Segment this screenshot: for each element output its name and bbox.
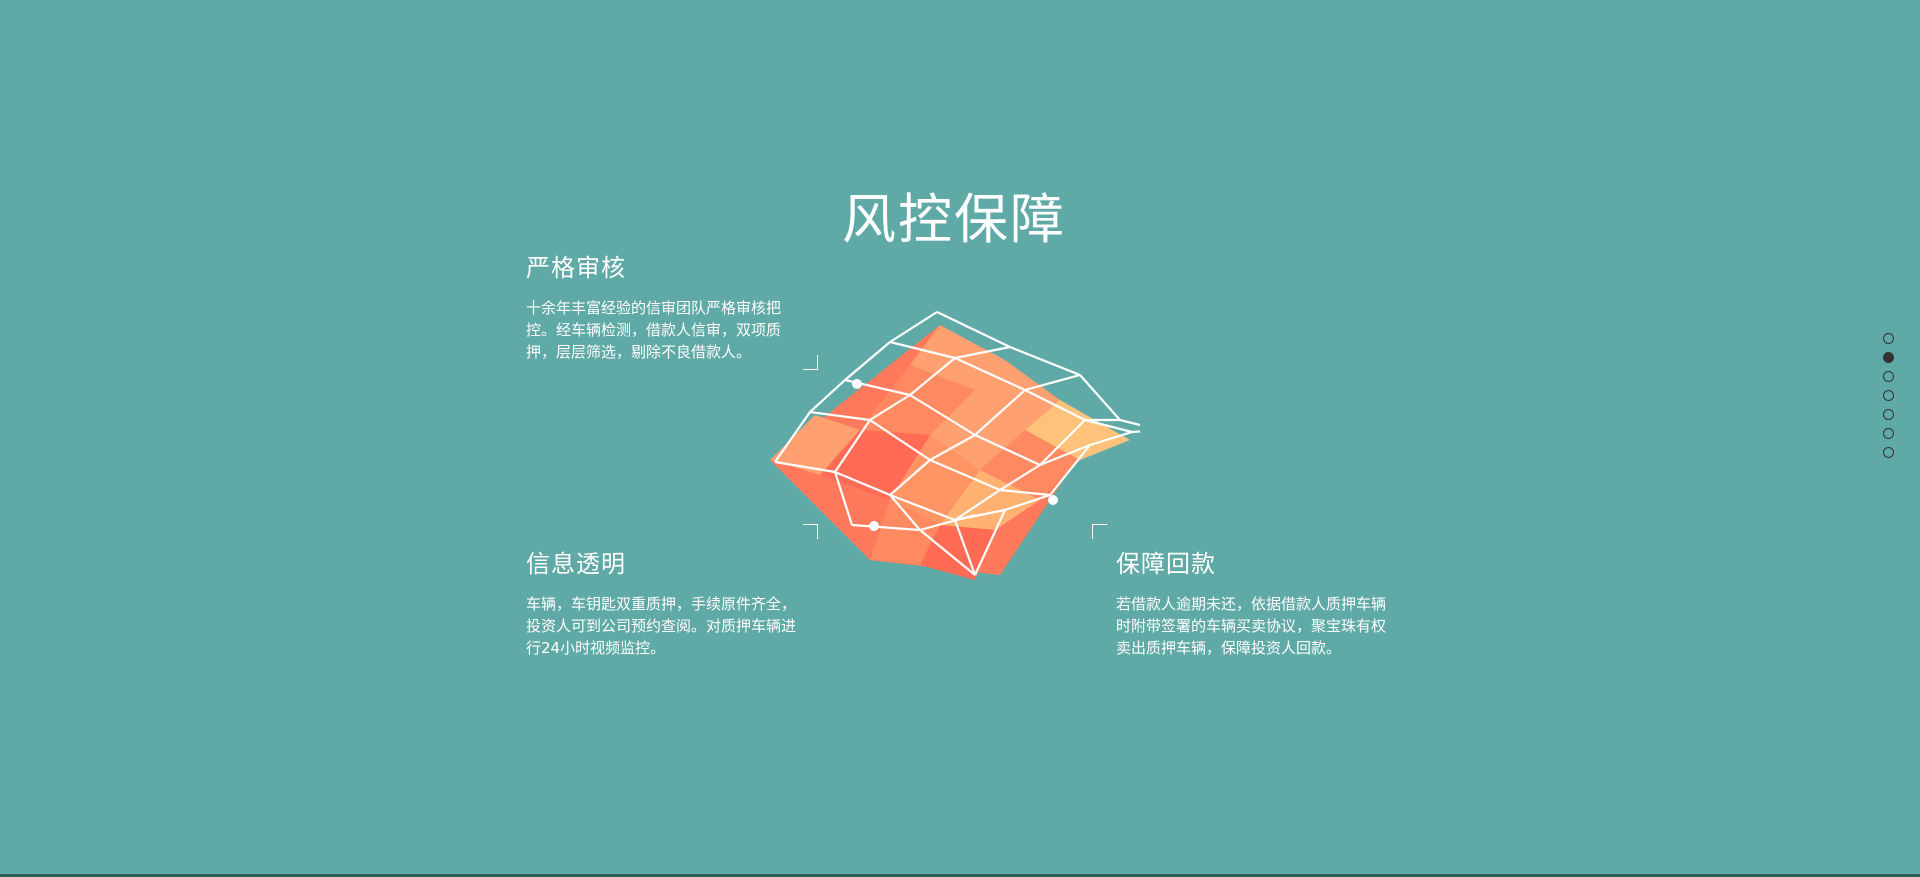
feature-title: 严格审核 <box>526 254 626 282</box>
pagination-dot-5[interactable] <box>1883 409 1894 420</box>
grid-node <box>869 521 879 531</box>
feature-description: 车辆，车钥匙双重质押，手续原件齐全，投资人可到公司预约查阅。对质押车辆进行24小… <box>526 595 797 657</box>
pagination-dot-6[interactable] <box>1883 428 1894 439</box>
pagination-dot-1[interactable] <box>1883 333 1894 344</box>
pagination-dot-4[interactable] <box>1883 390 1894 401</box>
feature-description: 若借款人逾期未还，依据借款人质押车辆时附带签署的车辆买卖协议，聚宝珠有权卖出质押… <box>1116 595 1387 657</box>
risk-control-section: 风控保障 严格审核 十余年丰富经验的信审团队严格审核把控。经车辆检测，借款人信审… <box>0 0 1920 877</box>
wireframe-surface-icon <box>770 311 1140 580</box>
pagination-dot-7[interactable] <box>1883 447 1894 458</box>
pagination-dot-2[interactable] <box>1883 352 1894 363</box>
page-title: 风控保障 <box>842 188 1066 251</box>
feature-guaranteed-repayment: 保障回款 若借款人逾期未还，依据借款人质押车辆时附带签署的车辆买卖协议，聚宝珠有… <box>1116 544 1398 659</box>
pagination-dot-3[interactable] <box>1883 371 1894 382</box>
feature-title: 保障回款 <box>1116 550 1216 578</box>
grid-node <box>1048 495 1058 505</box>
section-pagination <box>1883 333 1897 466</box>
grid-node <box>852 379 862 389</box>
